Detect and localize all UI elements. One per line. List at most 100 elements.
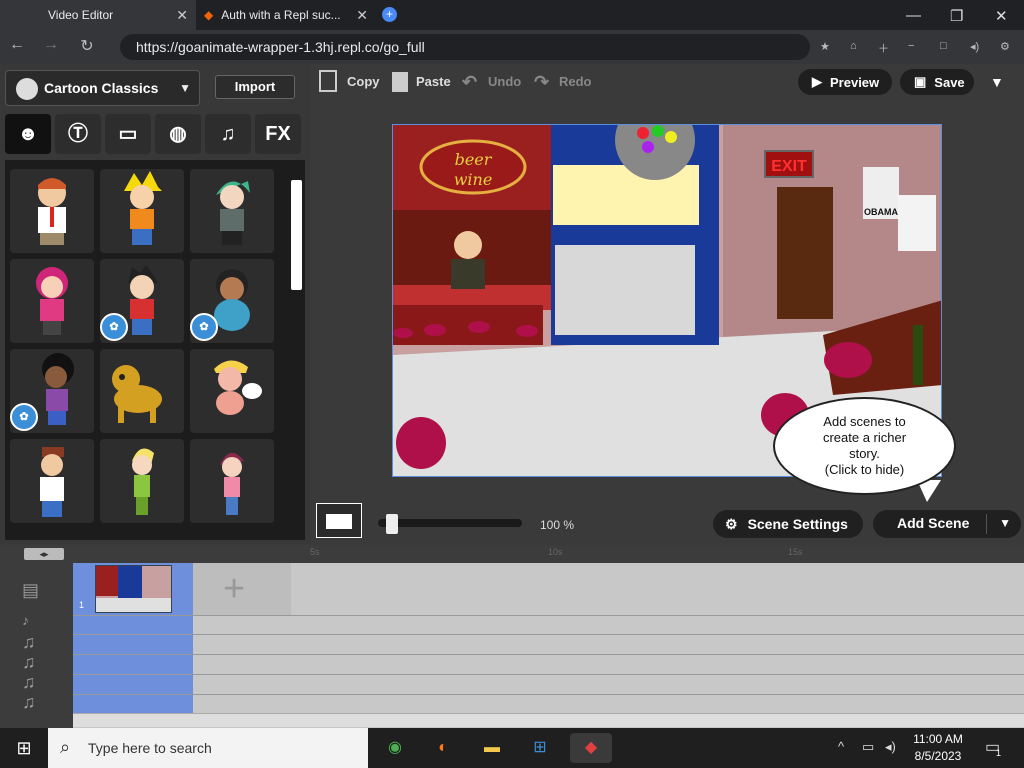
track-divider — [73, 615, 1024, 616]
tab-characters[interactable]: ☻ — [5, 114, 51, 154]
forward-icon[interactable]: → — [40, 36, 62, 54]
save-button[interactable]: ▣ Save — [900, 69, 974, 95]
bookmark-star-icon[interactable]: ★ — [820, 40, 830, 53]
music-track-icon: ♫ — [22, 692, 36, 712]
url-input[interactable]: https://goanimate-wrapper-1.3hj.repl.co/… — [120, 34, 810, 60]
minimize-icon[interactable]: — — [906, 7, 921, 24]
character-icon: ☻ — [17, 123, 39, 145]
ruler-mark: 15s — [788, 547, 803, 557]
track-divider — [73, 634, 1024, 635]
music-note-icon: ♫ — [220, 123, 236, 145]
tab-fx[interactable]: FX — [255, 114, 301, 154]
firefox-icon[interactable]: ◐ — [425, 733, 461, 763]
import-button[interactable]: Import — [215, 75, 295, 99]
tray-chevron-icon[interactable]: ^ — [838, 739, 844, 754]
more-chevron-icon[interactable]: ▼ — [990, 74, 1004, 90]
fx-label: FX — [265, 123, 291, 145]
add-scene-slot[interactable]: + — [193, 563, 291, 615]
stage-size-button[interactable] — [316, 503, 362, 538]
tooltip-line: (Click to hide) — [824, 462, 905, 477]
sign-wine-text: wine — [454, 170, 493, 189]
reload-icon[interactable]: ↻ — [76, 36, 98, 56]
character-thumbnail[interactable] — [190, 169, 274, 253]
chevron-down-icon: ▼ — [179, 81, 191, 95]
timeline-collapse-button[interactable]: ◂▸ — [24, 548, 64, 560]
redo-icon: ↷ — [534, 72, 550, 92]
tooltip-line: create a richer — [822, 430, 907, 445]
scene-settings-button[interactable]: ⚙ Scene Settings — [713, 510, 863, 538]
back-icon[interactable]: ← — [6, 36, 28, 54]
timeline-scrollbar[interactable] — [73, 713, 1024, 727]
theme-avatar-icon — [16, 78, 38, 100]
scene-thumbnail[interactable] — [95, 565, 172, 613]
clock-date: 8/5/2023 — [914, 749, 962, 763]
network-icon[interactable]: ▭ — [862, 739, 874, 755]
play-icon: ▶ — [812, 74, 822, 89]
store-icon[interactable]: ⊞ — [522, 733, 558, 763]
character-thumbnail[interactable] — [10, 259, 94, 343]
theme-selector[interactable]: Cartoon Classics ▼ — [5, 70, 200, 106]
sign-beer-text: beer — [455, 150, 493, 169]
character-thumbnail[interactable] — [100, 349, 184, 433]
speaker-icon[interactable]: ◂) — [885, 739, 896, 755]
volume-icon[interactable]: ◂) — [970, 40, 979, 53]
character-thumbnail[interactable] — [190, 349, 274, 433]
copy-button[interactable]: Copy — [347, 74, 380, 89]
close-tab-icon[interactable]: ✕ — [356, 7, 368, 24]
ruler-mark: 10s — [548, 547, 563, 557]
music-track-icon: ♫ — [22, 632, 36, 652]
tab-backgrounds[interactable]: ▭ — [105, 114, 151, 154]
taskbar-search-input[interactable]: ⌕ Type here to search — [48, 728, 368, 768]
timeline-ruler[interactable] — [0, 545, 1024, 563]
file-explorer-icon[interactable]: ▬ — [474, 733, 510, 763]
add-icon[interactable]: ＋ — [878, 40, 889, 56]
poster-text: OBAMA — [864, 207, 898, 217]
app-taskbar-icon[interactable]: ◆ — [570, 733, 612, 763]
tab-video-editor[interactable]: Video Editor ✕ — [0, 0, 196, 30]
close-window-icon[interactable]: ✕ — [995, 7, 1008, 25]
zoom-slider[interactable] — [378, 519, 522, 527]
repl-favicon-icon: ◆ — [204, 8, 214, 22]
zoom-slider-handle[interactable] — [386, 514, 398, 534]
tooltip-line: story. — [849, 446, 880, 461]
disk-icon: ▣ — [914, 74, 927, 89]
chrome-icon[interactable]: ◉ — [377, 733, 413, 763]
voice-icon: ♪ — [22, 612, 29, 628]
square-icon[interactable]: □ — [940, 40, 947, 52]
asset-scrollbar-thumb[interactable] — [291, 180, 302, 290]
character-thumbnail[interactable] — [10, 439, 94, 523]
tab-text[interactable]: Ⓣ — [55, 114, 101, 154]
character-thumbnail[interactable] — [100, 439, 184, 523]
paste-button[interactable]: Paste — [416, 74, 451, 89]
track-divider — [73, 674, 1024, 675]
close-tab-icon[interactable]: ✕ — [176, 7, 188, 24]
redo-button[interactable]: Redo — [559, 74, 592, 89]
premium-badge-icon: ✿ — [100, 313, 128, 341]
character-thumbnail[interactable] — [100, 169, 184, 253]
tab-title: Auth with a Repl suc... — [221, 8, 341, 22]
add-scenes-tooltip[interactable]: Add scenes to create a richer story. (Cl… — [773, 397, 956, 495]
chevron-down-icon[interactable]: ▼ — [999, 516, 1011, 530]
gear-icon: ⚙ — [725, 515, 738, 532]
track-divider — [73, 694, 1024, 695]
add-scene-button[interactable]: Add Scene ▼ — [873, 510, 1021, 538]
character-thumbnail[interactable] — [10, 169, 94, 253]
taskbar-clock[interactable]: 11:00 AM 8/5/2023 — [900, 731, 976, 765]
windows-start-icon[interactable]: ⊞ — [0, 728, 48, 768]
character-thumbnail[interactable] — [190, 439, 274, 523]
restore-icon[interactable]: ❐ — [950, 7, 963, 25]
minus-icon[interactable]: − — [908, 40, 914, 52]
music-track-icon: ♫ — [22, 672, 36, 692]
preview-button[interactable]: ▶ Preview — [798, 69, 892, 95]
theme-label: Cartoon Classics — [44, 80, 159, 96]
home-icon[interactable]: ⌂ — [850, 40, 857, 52]
new-tab-button[interactable]: + — [382, 7, 397, 22]
settings-icon[interactable]: ⚙ — [1000, 40, 1010, 53]
tab-sounds[interactable]: ♫ — [205, 114, 251, 154]
clock-time: 11:00 AM — [913, 732, 963, 746]
track-divider — [73, 654, 1024, 655]
undo-button[interactable]: Undo — [488, 74, 521, 89]
exit-sign-text: EXIT — [771, 158, 807, 175]
tab-props[interactable]: ◍ — [155, 114, 201, 154]
tab-repl-auth[interactable]: ◆ Auth with a Repl suc... ✕ — [196, 0, 376, 30]
